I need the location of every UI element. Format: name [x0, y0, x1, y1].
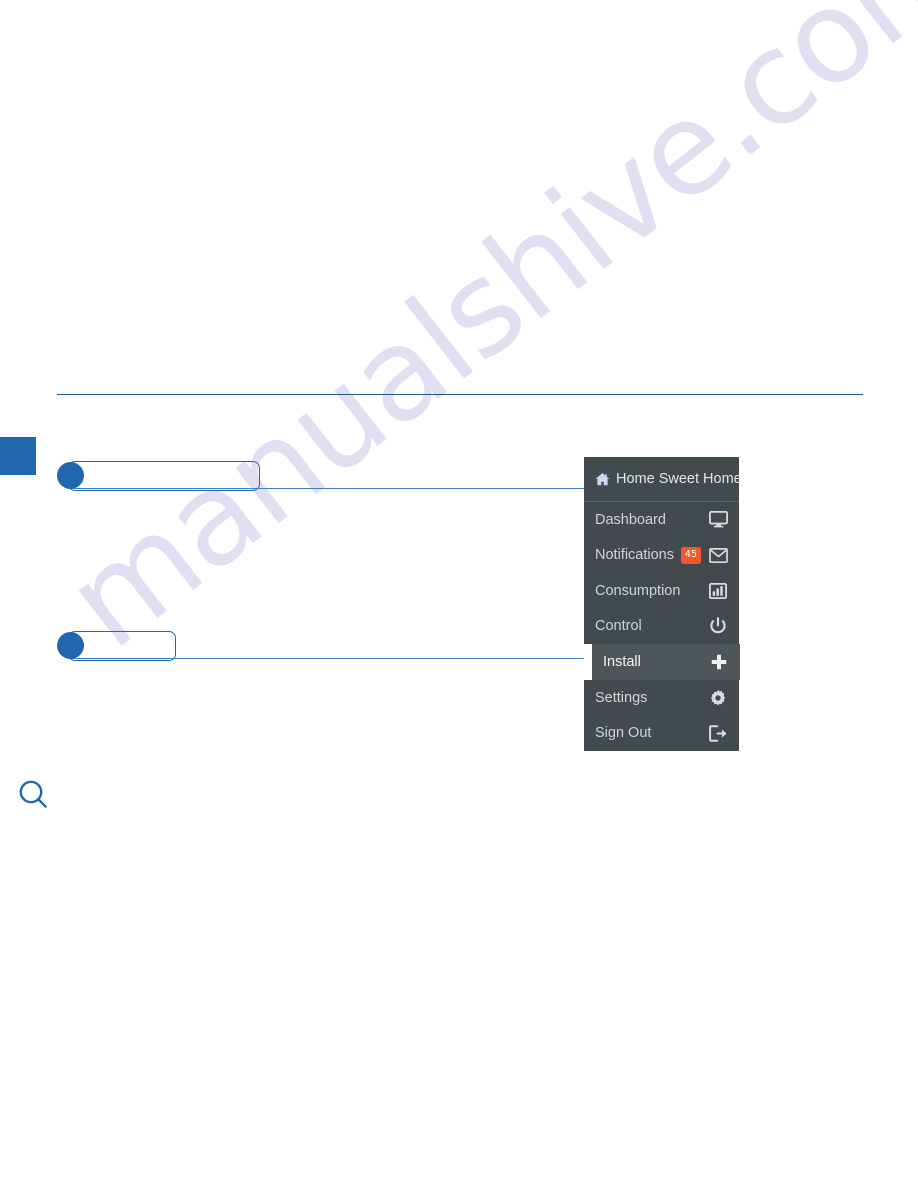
menu-item-consumption[interactable]: Consumption [584, 573, 739, 609]
page-edge-tab [0, 437, 36, 475]
plus-icon [709, 652, 729, 672]
menu-item-install-label: Install [603, 654, 641, 670]
menu-item-notifications-label: Notifications [595, 547, 674, 564]
menu-header-home-sweet-home[interactable]: Home Sweet Home [584, 457, 742, 502]
callout-1-marker [57, 462, 84, 489]
monitor-icon [708, 510, 728, 530]
menu-item-install[interactable]: Install [592, 644, 740, 680]
search-icon[interactable] [16, 778, 50, 812]
menu-section-bottom: Settings Sign Out [584, 680, 739, 751]
menu-item-sign-out[interactable]: Sign Out [584, 716, 739, 752]
menu-item-settings[interactable]: Settings [584, 680, 739, 716]
callout-2-box [68, 631, 176, 661]
watermark-text: manualshive.com [40, 0, 918, 678]
power-icon [708, 616, 728, 636]
menu-item-control-label: Control [595, 618, 642, 635]
menu-active-row-wrapper: Install [584, 644, 740, 680]
sign-out-icon [708, 723, 728, 743]
envelope-icon [708, 545, 728, 565]
menu-item-sign-out-label: Sign Out [595, 725, 652, 742]
navigation-dropdown-menu: Home Sweet Home Dashboard Notifications … [584, 457, 742, 751]
menu-item-notifications[interactable]: Notifications 45 [584, 538, 739, 574]
bar-chart-icon [708, 581, 728, 601]
menu-item-dashboard-label: Dashboard [595, 511, 666, 528]
page-watermark: manualshive.com [0, 0, 918, 1188]
home-icon [595, 472, 610, 487]
gear-icon [708, 688, 728, 708]
menu-section-top: Dashboard Notifications 45 Consumption C… [584, 502, 739, 644]
callout-2-marker [57, 632, 84, 659]
menu-item-consumption-label: Consumption [595, 582, 681, 599]
menu-item-control[interactable]: Control [584, 609, 739, 645]
horizontal-rule [57, 394, 863, 395]
notifications-badge: 45 [680, 547, 701, 564]
callout-1-box [68, 461, 260, 491]
menu-header-label: Home Sweet Home [616, 471, 742, 487]
menu-item-dashboard[interactable]: Dashboard [584, 502, 739, 538]
menu-item-settings-label: Settings [595, 689, 648, 706]
